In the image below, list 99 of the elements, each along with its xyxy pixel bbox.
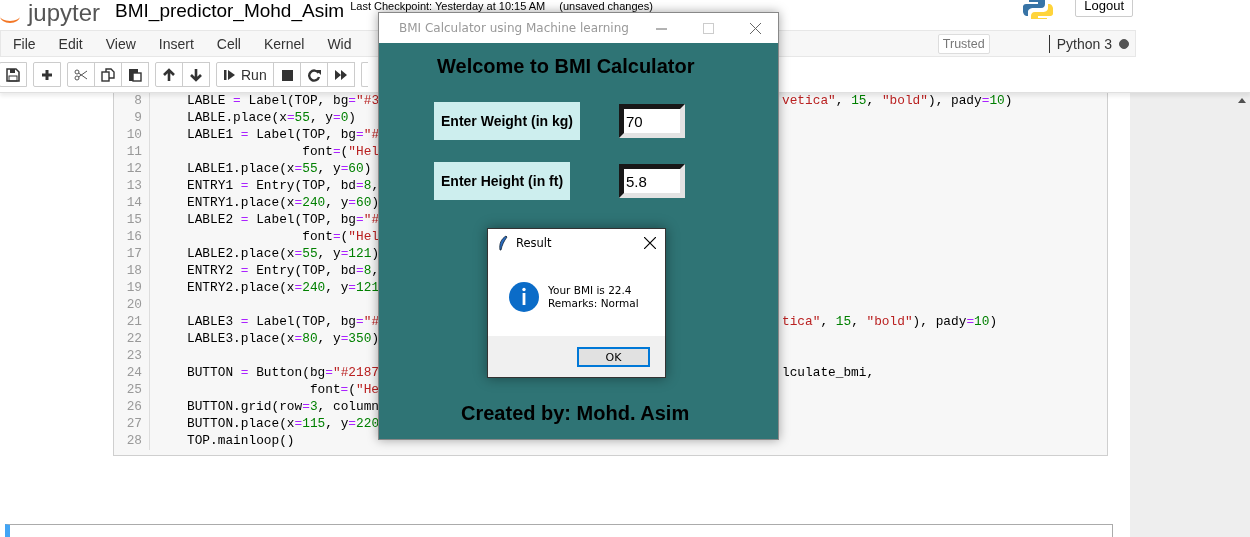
save-status: (unsaved changes)	[559, 0, 653, 12]
line-number: 16	[125, 229, 143, 246]
run-all-button[interactable]	[326, 62, 355, 87]
line-number: 26	[125, 399, 143, 416]
line-number: 8	[133, 93, 143, 110]
arrow-down-icon	[189, 67, 203, 82]
line-number: 11	[125, 144, 143, 161]
code-line: font=("Hel	[301, 229, 379, 244]
cell-type-dropdown[interactable]	[360, 62, 368, 87]
credit-text: Created by: Mohd. Asim	[461, 402, 690, 425]
code-line: font=("Hel	[301, 144, 379, 159]
copy-icon	[101, 67, 115, 82]
line-number: 13	[125, 178, 143, 195]
line-number: 27	[125, 416, 143, 433]
code-line: LABLE1.place(x=55, y=60)	[187, 161, 372, 176]
clipboard-icon	[128, 67, 142, 82]
code-line: BUTTON.place(x=115, y=220	[187, 416, 380, 431]
menu-item[interactable]: Kernel	[263, 35, 305, 52]
code-line: BUTTON = Button(bg="#2187	[187, 365, 380, 380]
info-icon	[509, 281, 539, 312]
menu-item[interactable]: Wid	[327, 35, 352, 52]
restart-icon	[306, 67, 321, 82]
insert-cell-button[interactable]	[33, 62, 61, 87]
field-label: Enter Height (in ft)	[434, 162, 571, 200]
code-line: tica", 15, "bold"), pady=10)	[782, 314, 998, 331]
notebook-title[interactable]: BMI_predictor_Mohd_Asim	[115, 0, 345, 22]
checkpoint-text: Last Checkpoint: Yesterday at 10:15 AM	[350, 0, 546, 12]
line-number: 15	[125, 212, 143, 229]
move-up-button[interactable]	[155, 62, 183, 87]
window-title: BMI Calculator using Machine learning	[399, 21, 629, 35]
app-heading: Welcome to BMI Calculator	[437, 55, 695, 78]
save-icon	[6, 67, 20, 82]
step-forward-icon	[223, 67, 237, 82]
arrow-up-icon	[162, 67, 176, 82]
code-line: LABLE2.place(x=55, y=121)	[187, 246, 380, 261]
code-line: LABLE2 = Label(TOP, bg="#	[187, 212, 380, 227]
menu-item[interactable]: Edit	[58, 35, 83, 52]
trusted-badge[interactable]: Trusted	[937, 33, 990, 54]
code-line: BUTTON.grid(row=3, column	[187, 399, 380, 414]
logout-button[interactable]: Logout	[1075, 0, 1133, 17]
run-button[interactable]: Run	[216, 62, 274, 87]
menu-item[interactable]: Cell	[216, 35, 241, 52]
code-line: ENTRY1 = Entry(TOP, bd=8,	[187, 178, 380, 193]
line-number: 28	[125, 433, 143, 450]
kernel-name: Python 3	[1056, 35, 1112, 52]
code-line: TOP.mainloop()	[187, 433, 295, 448]
line-number: 25	[125, 382, 143, 399]
jupyter-logo-icon	[0, 15, 20, 23]
menu-item[interactable]: Insert	[158, 35, 194, 52]
plus-icon	[40, 67, 54, 82]
line-number: 9	[133, 110, 143, 127]
line-number: 10	[125, 127, 143, 144]
code-line: LABLE = Label(TOP, bg="#3	[187, 93, 380, 108]
code-line: ENTRY2 = Entry(TOP, bd=8,	[187, 263, 380, 278]
line-number: 14	[125, 195, 143, 212]
ok-button[interactable]: OK	[577, 347, 650, 367]
scissors-icon	[74, 67, 88, 82]
code-line: ENTRY2.place(x=240, y=121	[187, 280, 380, 295]
line-number: 22	[125, 331, 143, 348]
code-line: vetica", 15, "bold"), pady=10)	[782, 93, 1013, 110]
input-field[interactable]: 5.8	[619, 164, 685, 198]
paste-button[interactable]	[121, 62, 149, 87]
fast-forward-icon	[333, 67, 348, 82]
field-label: Enter Weight (in kg)	[434, 102, 580, 140]
line-number: 12	[125, 161, 143, 178]
copy-button[interactable]	[94, 62, 122, 87]
line-number: 19	[125, 280, 143, 297]
code-line: font=("He	[308, 382, 379, 397]
python-logo-icon	[1023, 0, 1054, 19]
selected-cell[interactable]	[5, 524, 1113, 537]
code-line: LABLE1 = Label(TOP, bg="#	[187, 127, 380, 142]
line-number: 24	[125, 365, 143, 382]
scroll-up-icon	[1238, 97, 1246, 103]
cut-button[interactable]	[67, 62, 95, 87]
restart-button[interactable]	[299, 62, 328, 87]
menu-item[interactable]: File	[13, 35, 36, 52]
menu-item[interactable]: View	[105, 35, 136, 52]
code-line: LABLE3.place(x=80, y=350)	[187, 331, 380, 346]
line-number: 23	[125, 348, 143, 365]
stop-icon	[279, 67, 294, 82]
maximize-icon	[702, 22, 714, 34]
line-number: 21	[125, 314, 143, 331]
code-line: lculate_bmi,	[782, 365, 875, 382]
feather-icon	[498, 235, 508, 251]
line-number: 17	[125, 246, 143, 263]
save-button[interactable]	[0, 62, 27, 87]
stop-button[interactable]	[272, 62, 301, 87]
dialog-message: Your BMI is 22.4 Remarks: Normal	[548, 283, 639, 310]
jupyter-logo[interactable]: jupyter	[28, 0, 101, 26]
code-line: ENTRY1.place(x=240, y=60)	[187, 195, 380, 210]
input-field[interactable]: 70	[619, 104, 685, 138]
code-line: LABLE3 = Label(TOP, bg="#	[187, 314, 380, 329]
close-icon[interactable]	[644, 237, 656, 249]
line-number: 18	[125, 263, 143, 280]
dialog-title: Result	[516, 236, 552, 250]
move-down-button[interactable]	[182, 62, 210, 87]
close-icon	[749, 22, 761, 34]
line-number: 20	[125, 297, 143, 314]
code-line: LABLE.place(x=55, y=0)	[187, 110, 357, 125]
